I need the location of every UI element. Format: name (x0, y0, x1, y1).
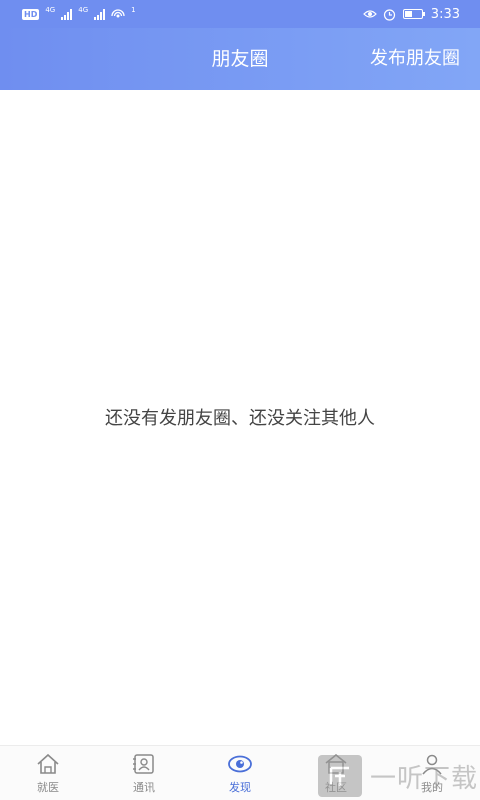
tab-label: 我的 (421, 780, 443, 794)
moments-feed: 还没有发朋友圈、还没关注其他人 (0, 90, 480, 745)
tab-label: 通讯 (133, 780, 155, 794)
tab-community[interactable]: 社区 (288, 746, 384, 800)
discover-eye-icon (228, 755, 252, 772)
tab-contacts[interactable]: 通讯 (96, 746, 192, 800)
signal-icon (61, 8, 73, 20)
contacts-icon (133, 753, 154, 774)
alarm-icon (383, 7, 397, 21)
tab-label: 就医 (37, 780, 59, 794)
tab-label: 发现 (229, 780, 251, 794)
person-icon (422, 754, 442, 774)
battery-icon (402, 9, 425, 19)
tab-mine[interactable]: 我的 (384, 746, 480, 800)
home-icon (37, 753, 59, 774)
status-left: HD 4G 4G 1 (22, 7, 136, 21)
battery-level (404, 11, 412, 17)
hd-badge: HD (22, 8, 40, 20)
hotspot-icon (111, 7, 125, 21)
tab-label: 社区 (325, 780, 347, 794)
status-bar: HD 4G 4G 1 3:33 (0, 0, 480, 28)
signal-icon-2 (94, 8, 106, 20)
network-type-2: 4G (78, 6, 89, 14)
eye-icon (362, 7, 377, 21)
bottom-tab-bar: 就医 通讯 发现 社区 我的 (0, 745, 480, 800)
status-time: 3:33 (430, 6, 460, 22)
network-type-1: 4G (45, 6, 56, 14)
status-right: 3:33 (362, 6, 460, 22)
tab-medical[interactable]: 就医 (0, 746, 96, 800)
app-header: 朋友圈 发布朋友圈 (0, 28, 480, 90)
hotspot-badge: 1 (131, 6, 136, 14)
empty-state-message: 还没有发朋友圈、还没关注其他人 (105, 408, 375, 429)
tab-discover[interactable]: 发现 (192, 746, 288, 800)
publish-moments-button[interactable]: 发布朋友圈 (370, 28, 460, 90)
community-icon (325, 753, 347, 774)
